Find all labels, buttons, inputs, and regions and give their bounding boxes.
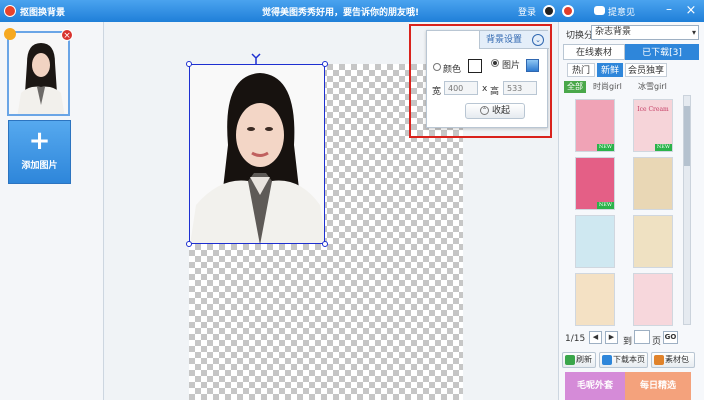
collapse-chevron-icon[interactable]: ⌄ [532, 34, 544, 46]
portrait-photo-image [190, 65, 324, 243]
qq-icon[interactable] [543, 5, 555, 17]
resize-handle-bottom-right[interactable] [322, 241, 328, 247]
color-label: 颜色 [443, 65, 462, 75]
refresh-icon [565, 355, 575, 365]
resize-handle-bottom-left[interactable] [186, 241, 192, 247]
category-selected-value: 杂志背景 [595, 27, 632, 37]
background-settings-tab[interactable]: 背景设置 ⌄ [479, 31, 549, 49]
material-tile[interactable] [633, 273, 673, 326]
refresh-label: 刷新 [576, 355, 592, 364]
collapse-button-label: 收起 [491, 106, 510, 116]
material-tile[interactable] [575, 215, 615, 268]
width-label: 宽 [432, 87, 442, 97]
height-input[interactable] [503, 81, 537, 95]
material-tile[interactable] [633, 157, 673, 210]
subtab-members-only[interactable]: 会员独享 [625, 63, 667, 77]
image-picker-icon[interactable] [526, 59, 539, 72]
background-settings-panel: 背景设置 ⌄ 颜色 图片 宽 x 高 ⌃收起 [426, 30, 549, 128]
scrollbar-thumb[interactable] [684, 106, 690, 166]
tile-caption: Ice Cream [637, 106, 669, 113]
next-page-button[interactable]: ▶ [605, 331, 618, 344]
login-link[interactable]: 登录 [518, 5, 536, 18]
new-badge: NEW [596, 202, 614, 209]
page-label: 页 [652, 337, 662, 347]
image-radio[interactable] [491, 59, 499, 67]
refresh-button[interactable]: 刷新 [562, 352, 596, 368]
new-badge: NEW [654, 144, 672, 151]
image-label: 图片 [502, 61, 521, 71]
subtab-hot[interactable]: 热门 [567, 63, 595, 77]
material-pack-button[interactable]: 素材包 [651, 352, 695, 368]
material-tile[interactable]: NEW [575, 157, 615, 210]
prev-page-button[interactable]: ◀ [589, 331, 602, 344]
download-page-label: 下载本页 [613, 355, 645, 364]
collapse-button[interactable]: ⌃ 收起 [465, 103, 525, 119]
material-grid: NEW Ice Cream NEW NEW [563, 95, 681, 326]
download-page-button[interactable]: 下载本页 [599, 352, 648, 368]
filter-ice-girl[interactable]: 冰雪girl [638, 81, 667, 93]
color-swatch[interactable] [468, 59, 482, 73]
promo-banner-daily[interactable]: 每日精选 [625, 372, 691, 400]
goto-label: 到 [623, 337, 633, 347]
height-label: 高 [490, 87, 500, 97]
rotate-handle-icon[interactable] [251, 53, 261, 65]
resize-handle-top-right[interactable] [322, 61, 328, 67]
promo-banner-coat[interactable]: 毛呢外套 [565, 372, 625, 400]
close-button[interactable]: × [683, 3, 699, 19]
slogan-text: 觉得美图秀秀好用，要告诉你的朋友哦! [262, 8, 420, 18]
material-pack-icon [654, 355, 664, 365]
feedback-bubble-icon[interactable] [594, 6, 605, 15]
plus-icon: + [28, 126, 51, 156]
tab-downloaded[interactable]: 已下载[3] [625, 44, 699, 60]
selected-photo-layer[interactable] [189, 64, 325, 244]
material-panel: 切换分类 杂志背景 ▾ 在线素材 已下载[3] 热门 新鲜 会员独享 全部 时尚… [558, 22, 704, 400]
remove-thumbnail-icon[interactable]: × [61, 29, 73, 41]
image-list-panel: × + 添加图片 [0, 22, 104, 400]
chevron-up-icon: ⌃ [479, 106, 489, 115]
new-badge: NEW [596, 144, 614, 151]
width-input[interactable] [444, 81, 478, 95]
photo-thumbnail[interactable] [7, 31, 70, 116]
material-tile[interactable]: Ice Cream NEW [633, 99, 673, 152]
app-logo-icon [4, 5, 16, 17]
weibo-icon[interactable] [562, 5, 574, 17]
download-icon [602, 355, 612, 365]
color-radio[interactable] [433, 63, 441, 71]
tab-online-materials[interactable]: 在线素材 [563, 44, 625, 60]
filter-all[interactable]: 全部 [564, 81, 586, 93]
feedback-link[interactable]: 提意见 [608, 5, 635, 18]
material-tile[interactable] [633, 215, 673, 268]
times-sign: x [482, 84, 488, 94]
portrait-thumbnail-image [9, 33, 68, 114]
background-settings-title: 背景设置 [486, 35, 523, 45]
add-photo-label: 添加图片 [21, 161, 58, 171]
filter-fashion-girl[interactable]: 时尚girl [593, 81, 622, 93]
minimize-button[interactable]: – [662, 3, 676, 18]
thumbnail-badge-icon [4, 28, 16, 40]
material-scrollbar[interactable] [683, 95, 691, 325]
title-bar: 抠图换背景 觉得美图秀秀好用，要告诉你的朋友哦! 登录 提意见 – × [0, 0, 704, 22]
category-select[interactable]: 杂志背景 ▾ [591, 25, 699, 40]
dropdown-caret-icon: ▾ [691, 28, 696, 37]
material-tile[interactable] [575, 273, 615, 326]
resize-handle-top-left[interactable] [186, 61, 192, 67]
window-title: 抠图换背景 [20, 8, 66, 18]
page-indicator: 1/15 [565, 334, 586, 344]
page-number-input[interactable] [634, 330, 650, 344]
material-pack-label: 素材包 [665, 355, 689, 364]
go-button[interactable]: GO [663, 331, 678, 344]
material-tile[interactable]: NEW [575, 99, 615, 152]
subtab-fresh[interactable]: 新鲜 [597, 63, 623, 77]
add-photo-button[interactable]: + 添加图片 [8, 120, 71, 184]
